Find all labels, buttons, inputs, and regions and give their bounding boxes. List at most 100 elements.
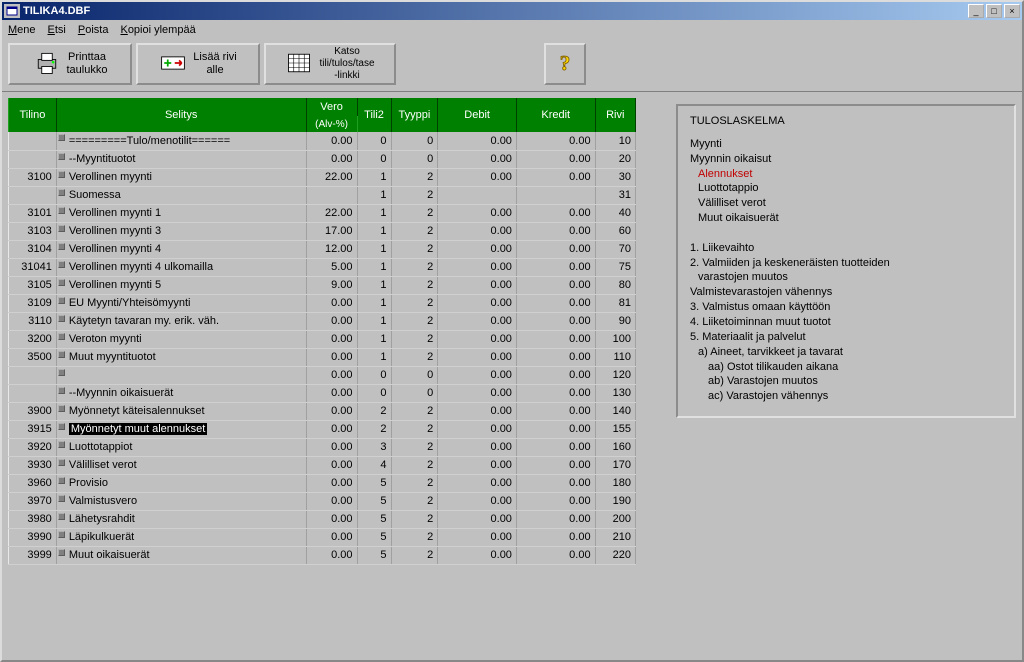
view-link-button[interactable]: Katso tili/tulos/tase -linkki	[264, 43, 396, 85]
col-header-tilino[interactable]: Tilino	[9, 98, 57, 132]
cell-tilino[interactable]: 3980	[9, 510, 57, 528]
cell-tili2[interactable]: 1	[357, 204, 391, 222]
row-handle-icon[interactable]	[58, 531, 65, 538]
row-handle-icon[interactable]	[58, 477, 65, 484]
row-handle-icon[interactable]	[58, 153, 65, 160]
cell-debit[interactable]: 0.00	[438, 402, 517, 420]
table-row[interactable]: 0.00000.000.00120	[9, 366, 636, 384]
cell-debit[interactable]: 0.00	[438, 222, 517, 240]
table-row[interactable]: 3105Verollinen myynti 59.00120.000.0080	[9, 276, 636, 294]
cell-vero[interactable]: 0.00	[306, 474, 357, 492]
cell-vero[interactable]: 0.00	[306, 510, 357, 528]
cell-debit[interactable]: 0.00	[438, 456, 517, 474]
cell-kredit[interactable]: 0.00	[516, 276, 595, 294]
cell-tyyppi[interactable]: 2	[391, 258, 438, 276]
cell-debit[interactable]: 0.00	[438, 204, 517, 222]
cell-selitys[interactable]: Verollinen myynti	[56, 168, 306, 186]
cell-kredit[interactable]: 0.00	[516, 330, 595, 348]
cell-rivi[interactable]: 155	[595, 420, 635, 438]
cell-selitys[interactable]: Muut oikaisuerät	[56, 546, 306, 564]
cell-tyyppi[interactable]: 2	[391, 204, 438, 222]
cell-tyyppi[interactable]: 2	[391, 420, 438, 438]
cell-selitys[interactable]: Välilliset verot	[56, 456, 306, 474]
cell-rivi[interactable]: 81	[595, 294, 635, 312]
cell-tili2[interactable]: 1	[357, 168, 391, 186]
cell-tilino[interactable]: 31041	[9, 258, 57, 276]
cell-tili2[interactable]: 5	[357, 474, 391, 492]
cell-rivi[interactable]: 130	[595, 384, 635, 402]
cell-kredit[interactable]: 0.00	[516, 474, 595, 492]
cell-vero[interactable]: 0.00	[306, 438, 357, 456]
cell-tilino[interactable]: 3960	[9, 474, 57, 492]
cell-kredit[interactable]	[516, 186, 595, 204]
cell-vero[interactable]: 0.00	[306, 384, 357, 402]
print-table-button[interactable]: Printtaa taulukko	[8, 43, 132, 85]
cell-selitys[interactable]: Luottotappiot	[56, 438, 306, 456]
table-row[interactable]: --Myynnin oikaisuerät0.00000.000.00130	[9, 384, 636, 402]
cell-tilino[interactable]: 3104	[9, 240, 57, 258]
table-row[interactable]: 3999Muut oikaisuerät0.00520.000.00220	[9, 546, 636, 564]
cell-tilino[interactable]: 3200	[9, 330, 57, 348]
cell-debit[interactable]: 0.00	[438, 384, 517, 402]
table-row[interactable]: 3109EU Myynti/Yhteisömyynti0.00120.000.0…	[9, 294, 636, 312]
cell-rivi[interactable]: 10	[595, 132, 635, 150]
cell-selitys[interactable]: Verollinen myynti 4 ulkomailla	[56, 258, 306, 276]
cell-selitys[interactable]: =========Tulo/menotilit======	[56, 132, 306, 150]
minimize-button[interactable]: _	[968, 4, 984, 18]
cell-tili2[interactable]: 1	[357, 240, 391, 258]
cell-selitys[interactable]: EU Myynti/Yhteisömyynti	[56, 294, 306, 312]
cell-tili2[interactable]: 1	[357, 258, 391, 276]
cell-vero[interactable]: 0.00	[306, 546, 357, 564]
menu-poista[interactable]: Poista	[78, 24, 109, 36]
cell-rivi[interactable]: 160	[595, 438, 635, 456]
cell-debit[interactable]: 0.00	[438, 366, 517, 384]
cell-tili2[interactable]: 1	[357, 276, 391, 294]
cell-tilino[interactable]: 3109	[9, 294, 57, 312]
cell-selitys[interactable]: Myönnetyt käteisalennukset	[56, 402, 306, 420]
cell-vero[interactable]: 0.00	[306, 150, 357, 168]
table-row[interactable]: 3100Verollinen myynti22.00120.000.0030	[9, 168, 636, 186]
cell-rivi[interactable]: 30	[595, 168, 635, 186]
cell-rivi[interactable]: 140	[595, 402, 635, 420]
cell-tyyppi[interactable]: 0	[391, 132, 438, 150]
row-handle-icon[interactable]	[58, 279, 65, 286]
cell-kredit[interactable]: 0.00	[516, 366, 595, 384]
cell-debit[interactable]	[438, 186, 517, 204]
row-handle-icon[interactable]	[58, 207, 65, 214]
cell-rivi[interactable]: 170	[595, 456, 635, 474]
cell-tyyppi[interactable]: 2	[391, 294, 438, 312]
row-handle-icon[interactable]	[58, 495, 65, 502]
cell-rivi[interactable]: 31	[595, 186, 635, 204]
cell-tyyppi[interactable]: 2	[391, 222, 438, 240]
table-row[interactable]: 3990Läpikulkuerät0.00520.000.00210	[9, 528, 636, 546]
cell-vero[interactable]: 0.00	[306, 312, 357, 330]
cell-rivi[interactable]: 90	[595, 312, 635, 330]
cell-tilino[interactable]: 3103	[9, 222, 57, 240]
col-header-selitys[interactable]: Selitys	[56, 98, 306, 132]
col-header-debit[interactable]: Debit	[438, 98, 517, 132]
table-row[interactable]: 31041Verollinen myynti 4 ulkomailla5.001…	[9, 258, 636, 276]
col-header-vero[interactable]: Vero	[306, 98, 357, 116]
cell-rivi[interactable]: 75	[595, 258, 635, 276]
cell-tili2[interactable]: 5	[357, 492, 391, 510]
menu-etsi[interactable]: Etsi	[48, 24, 66, 36]
help-button[interactable]: ?	[544, 43, 586, 85]
cell-vero[interactable]: 9.00	[306, 276, 357, 294]
cell-kredit[interactable]: 0.00	[516, 294, 595, 312]
cell-selitys[interactable]: Verollinen myynti 5	[56, 276, 306, 294]
cell-tili2[interactable]: 1	[357, 222, 391, 240]
cell-tyyppi[interactable]: 2	[391, 402, 438, 420]
table-row[interactable]: =========Tulo/menotilit======0.00000.000…	[9, 132, 636, 150]
col-header-vero-sub[interactable]: (Alv-%)	[306, 116, 357, 132]
cell-selitys[interactable]: Muut myyntituotot	[56, 348, 306, 366]
cell-debit[interactable]: 0.00	[438, 492, 517, 510]
cell-selitys[interactable]: Valmistusvero	[56, 492, 306, 510]
cell-vero[interactable]: 0.00	[306, 492, 357, 510]
cell-selitys[interactable]: Provisio	[56, 474, 306, 492]
cell-vero[interactable]: 0.00	[306, 420, 357, 438]
cell-kredit[interactable]: 0.00	[516, 150, 595, 168]
cell-debit[interactable]: 0.00	[438, 330, 517, 348]
cell-tyyppi[interactable]: 2	[391, 438, 438, 456]
cell-tyyppi[interactable]: 2	[391, 474, 438, 492]
cell-tili2[interactable]: 2	[357, 402, 391, 420]
